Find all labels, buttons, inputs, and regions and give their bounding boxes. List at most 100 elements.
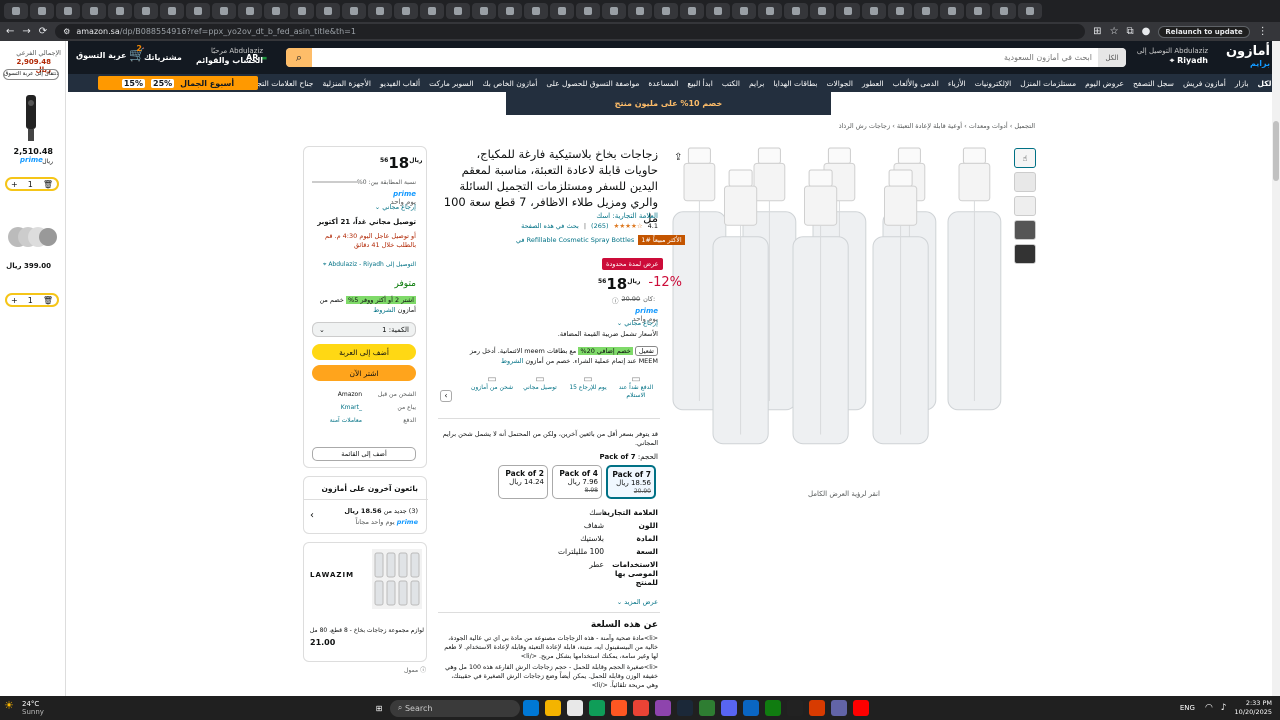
share-icon[interactable]: ⇪ [674, 152, 682, 163]
reload-icon[interactable]: ⟳ [39, 26, 47, 37]
taskbar-app-icon[interactable] [610, 700, 627, 716]
size-option[interactable]: Pack of 2 14.24 ريال [498, 465, 548, 499]
browser-tab[interactable] [82, 3, 106, 19]
forward-icon[interactable]: → [22, 26, 30, 37]
thumbnail-1[interactable]: ☝ [1014, 148, 1036, 168]
browser-tab[interactable] [212, 3, 236, 19]
feature-item[interactable]: ▭ الدفع نقداً عند الاستلام [612, 375, 660, 400]
taskbar-app-icon[interactable] [808, 700, 825, 716]
extensions-icon[interactable]: ⧉ [1127, 26, 1134, 37]
nav-item[interactable]: مواصفة التسوق للحصول على [546, 79, 639, 88]
info-icon[interactable]: ⓘ [612, 295, 619, 305]
nav-item[interactable]: الدمى والألعاب [893, 79, 939, 88]
nav-item[interactable]: الإلكترونيات [975, 79, 1012, 88]
browser-tab[interactable] [420, 3, 444, 19]
taskbar-app-icon[interactable] [544, 700, 561, 716]
taskbar-app-icon[interactable] [698, 700, 715, 716]
browser-tab[interactable] [472, 3, 496, 19]
browser-tab[interactable] [368, 3, 392, 19]
browser-tab[interactable] [940, 3, 964, 19]
site-info-icon[interactable]: ⚙ [63, 27, 70, 36]
bookmark-star-icon[interactable]: ☆ [1110, 26, 1119, 37]
taskbar-search[interactable]: ⌕ Search [389, 699, 520, 717]
add-to-list-button[interactable]: أضف إلى القائمة [312, 447, 416, 461]
quantity-select[interactable]: الكمية: 1 ⌄ [312, 322, 416, 337]
browser-tab[interactable] [576, 3, 600, 19]
account-menu[interactable]: مرحبًا Abdulaziz الحساب والقوائم [196, 47, 263, 66]
thumbnail-3[interactable] [1014, 196, 1036, 216]
browser-tab[interactable] [706, 3, 730, 19]
best-seller-category[interactable]: في Refillable Cosmetic Spray Bottles [516, 236, 634, 244]
taskbar-app-icon[interactable] [830, 700, 847, 716]
feature-item[interactable]: ▭ توصيل مجاني [516, 375, 564, 392]
browser-tab[interactable] [654, 3, 678, 19]
browser-tab[interactable] [602, 3, 626, 19]
browser-tab[interactable] [914, 3, 938, 19]
browser-tab[interactable] [628, 3, 652, 19]
nav-item[interactable]: مستلزمات المنزل [1020, 79, 1076, 88]
nav-item[interactable]: ابدأ البيع [687, 79, 712, 88]
deliver-to[interactable]: التوصيل إلى Abdulaziz ⌖ Riyadh [1137, 47, 1208, 66]
browser-tab[interactable] [264, 3, 288, 19]
browser-tab[interactable] [732, 3, 756, 19]
browser-tab[interactable] [4, 3, 28, 19]
promo-banner[interactable]: خصم 10% على مليون منتج [506, 92, 831, 115]
nav-item[interactable]: سجل التصفح [1133, 79, 1174, 88]
browser-tab[interactable] [992, 3, 1016, 19]
nav-item[interactable]: بطاقات الهدايا [773, 79, 817, 88]
cart-button[interactable]: عربة التسوق 🛒 2 [76, 44, 146, 63]
taskbar-app-icon[interactable] [852, 700, 869, 716]
size-option[interactable]: Pack of 4 7.96 ريال 8.98 [552, 465, 602, 499]
item2-qty-stepper[interactable]: +1 🗑 [5, 293, 59, 307]
feature-item[interactable]: ▭ شحن من أمازون [468, 375, 516, 392]
taskbar-app-icon[interactable] [566, 700, 583, 716]
clock[interactable]: 2:33 PM 10/20/2025 [1235, 699, 1272, 717]
carousel-prev-button[interactable]: ‹ [440, 390, 452, 402]
profile-icon[interactable]: ● [1142, 26, 1151, 37]
taskbar-app-icon[interactable] [786, 700, 803, 716]
nav-item[interactable]: الكتب [722, 79, 740, 88]
start-icon[interactable]: ⊞ [371, 700, 387, 716]
thumbnail-5[interactable] [1014, 244, 1036, 264]
taskbar-app-icon[interactable] [522, 700, 539, 716]
taskbar-app-icon[interactable] [632, 700, 649, 716]
browser-tab[interactable] [888, 3, 912, 19]
browser-tab[interactable] [524, 3, 548, 19]
browser-tab[interactable] [394, 3, 418, 19]
other-sellers-box[interactable]: بائعون آخرون على أمازون (3) جديد من 18.5… [303, 476, 428, 534]
star-rating-icon[interactable]: ★★★★☆ [614, 222, 643, 230]
chevron-left-icon[interactable]: ‹ [310, 510, 314, 521]
see-more-link[interactable]: عرض المزيد ⌄ [617, 598, 658, 606]
browser-tab[interactable] [108, 3, 132, 19]
browser-tab[interactable] [836, 3, 860, 19]
thumbnail-2[interactable] [1014, 172, 1036, 192]
activate-offer-button[interactable]: تفعيل [634, 346, 658, 356]
beauty-week-promo[interactable]: 15% 25% أسبوع الجمال [98, 76, 258, 90]
page-scrollbar[interactable] [1272, 41, 1280, 696]
weather-widget[interactable]: ☀ 24°C Sunny [0, 700, 60, 716]
seller-link[interactable]: Kmart_ [312, 401, 362, 414]
nav-item[interactable]: الأجهزة المنزلية [322, 79, 371, 88]
payment-link[interactable]: معاملات آمنة [312, 414, 362, 427]
wifi-icon[interactable]: ◠ [1205, 703, 1213, 713]
nav-item[interactable]: العطور [862, 79, 884, 88]
product-image-camera[interactable] [16, 91, 46, 146]
plus-icon[interactable]: + [11, 180, 18, 189]
browser-tab[interactable] [160, 3, 184, 19]
trash-icon[interactable]: 🗑 [43, 180, 53, 189]
back-icon[interactable]: ← [6, 26, 14, 37]
product-image-discs[interactable] [6, 219, 58, 255]
browser-tab[interactable] [784, 3, 808, 19]
nav-item[interactable]: عروض اليوم [1085, 79, 1124, 88]
search-category-select[interactable]: الكل [1098, 48, 1126, 67]
ad-image[interactable] [372, 549, 422, 609]
relaunch-button[interactable]: Relaunch to update [1158, 25, 1250, 38]
browser-tab[interactable] [550, 3, 574, 19]
language-indicator[interactable]: ENG [1180, 704, 1195, 712]
taskbar-app-icon[interactable] [588, 700, 605, 716]
reviews-link[interactable]: (265) [591, 222, 608, 230]
browser-tab[interactable] [342, 3, 366, 19]
nav-item[interactable]: ألعاب الفيديو [380, 79, 420, 88]
add-to-cart-button[interactable]: أضف إلى العربة [312, 344, 416, 360]
nav-item[interactable]: برايم [749, 79, 764, 88]
